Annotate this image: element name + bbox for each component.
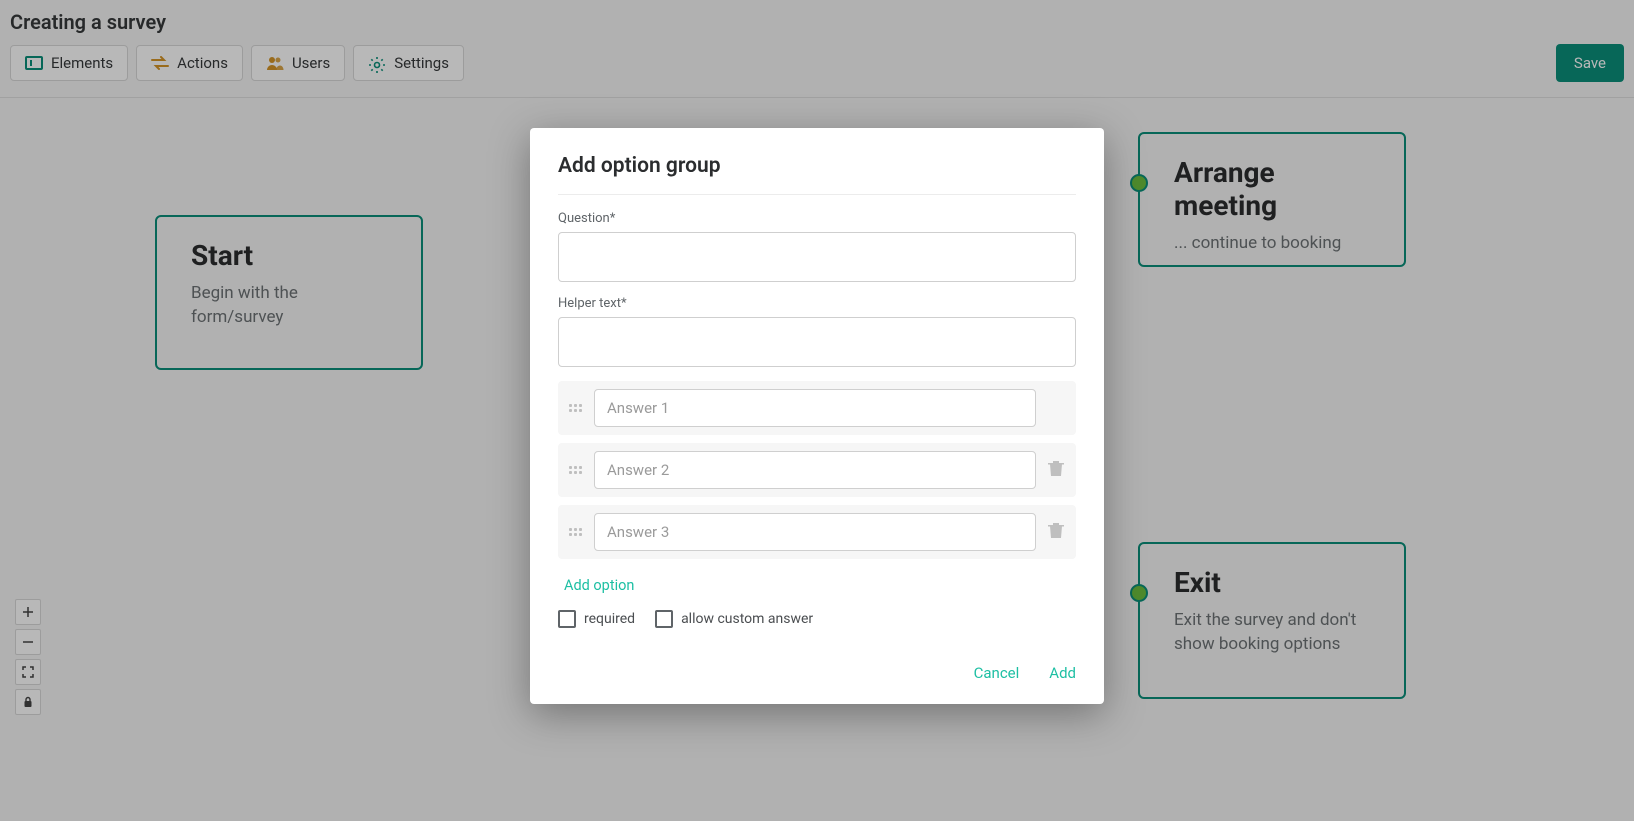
helper-text-label: Helper text* (558, 296, 1076, 311)
question-label: Question* (558, 211, 1076, 226)
allow-custom-checkbox[interactable]: allow custom answer (655, 610, 813, 628)
answer-input[interactable] (594, 451, 1036, 489)
modal-actions: Cancel Add (558, 664, 1076, 682)
helper-text-input[interactable] (558, 317, 1076, 367)
trash-icon[interactable] (1048, 521, 1066, 543)
required-checkbox[interactable]: required (558, 610, 635, 628)
answer-row (558, 443, 1076, 497)
drag-handle-icon[interactable] (568, 404, 582, 412)
answer-input[interactable] (594, 513, 1036, 551)
drag-handle-icon[interactable] (568, 528, 582, 536)
answer-row (558, 505, 1076, 559)
checkbox-label: allow custom answer (681, 611, 813, 627)
checkbox-icon (655, 610, 673, 628)
checkbox-icon (558, 610, 576, 628)
add-option-link[interactable]: Add option (564, 577, 634, 594)
checkbox-label: required (584, 611, 635, 627)
add-option-group-modal: Add option group Question* Helper text* … (530, 128, 1104, 704)
answer-row (558, 381, 1076, 435)
answer-input[interactable] (594, 389, 1036, 427)
checkbox-row: required allow custom answer (558, 610, 1076, 628)
question-input[interactable] (558, 232, 1076, 282)
add-button[interactable]: Add (1049, 664, 1076, 682)
modal-overlay[interactable]: Add option group Question* Helper text* … (0, 0, 1634, 821)
modal-title: Add option group (558, 154, 1076, 195)
drag-handle-icon[interactable] (568, 466, 582, 474)
trash-icon[interactable] (1048, 459, 1066, 481)
cancel-button[interactable]: Cancel (974, 664, 1020, 682)
